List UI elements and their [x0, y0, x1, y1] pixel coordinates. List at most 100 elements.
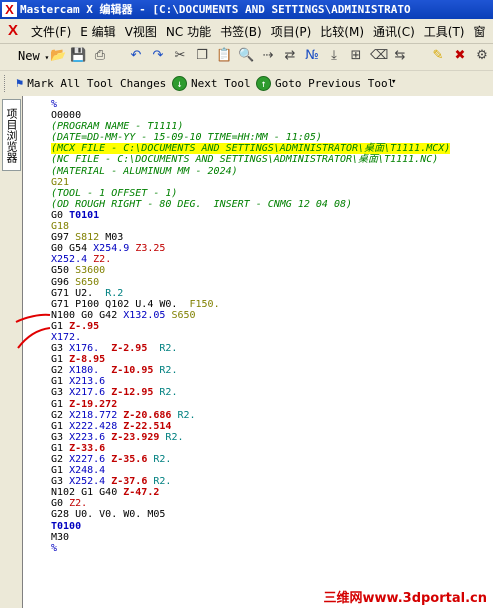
- code-line: G1 X222.428 Z-22.514: [51, 421, 491, 432]
- code-token: G1: [51, 398, 70, 410]
- code-line: G1 Z-8.95: [51, 354, 491, 365]
- code-token: X132.05: [123, 309, 166, 321]
- insert-icon[interactable]: ⊞: [348, 48, 364, 64]
- menu-item[interactable]: 书签(B): [219, 23, 263, 40]
- code-line: G97 S812 M03: [51, 232, 491, 243]
- toolbar-options-icon[interactable]: ▾: [391, 77, 396, 87]
- toolbar-grip[interactable]: [4, 75, 8, 92]
- code-line: N100 G0 G42 X132.05 S650: [51, 310, 491, 321]
- new-button[interactable]: New ▾: [18, 49, 49, 63]
- code-token: S650: [171, 309, 196, 321]
- watermark: 三维网www.3dportal.cn: [323, 591, 487, 606]
- redo-icon[interactable]: ↷: [150, 48, 166, 64]
- goto-icon[interactable]: ⤓: [326, 48, 342, 64]
- settings-icon[interactable]: ⚙: [474, 48, 490, 64]
- code-token: T0101: [69, 209, 100, 221]
- code-token: F150.: [189, 298, 220, 310]
- flag-icon: ⚑: [16, 76, 24, 90]
- copy-icon[interactable]: ❐: [194, 48, 210, 64]
- code-line: (MATERIAL - ALUMINUM MM - 2024): [51, 166, 491, 177]
- code-token: %: [51, 542, 58, 554]
- close-icon[interactable]: ✖: [452, 48, 468, 64]
- mark-all-label: Mark All Tool Changes: [27, 76, 167, 90]
- code-token: N102 G1 G40: [51, 487, 124, 499]
- code-token: R2.: [165, 431, 184, 443]
- code-line: G0 G54 X254.9 Z3.25: [51, 243, 491, 254]
- print-icon[interactable]: ⎙: [92, 48, 108, 64]
- code-line: G21: [51, 177, 491, 188]
- code-token: G50: [51, 265, 76, 277]
- code-line: G0 Z2.: [51, 498, 491, 509]
- code-line: (PROGRAM NAME - T1111): [51, 121, 491, 132]
- code-token: R.2: [105, 287, 124, 299]
- menu-logo-icon: X: [8, 22, 19, 39]
- code-token: X176.: [69, 343, 100, 355]
- menu-item[interactable]: E 编辑: [79, 23, 116, 40]
- clear-icon[interactable]: ⌫: [370, 48, 388, 64]
- renumber-icon[interactable]: №: [304, 48, 320, 64]
- menu-item[interactable]: 通讯(C): [372, 23, 416, 40]
- code-token: G3: [51, 387, 70, 399]
- find-icon[interactable]: 🔍: [238, 48, 254, 64]
- code-token: X254.9: [93, 243, 130, 255]
- code-token: G0: [51, 498, 70, 510]
- undo-icon[interactable]: ↶: [128, 48, 144, 64]
- code-token: (NC FILE - C:\DOCUMENTS AND SETTINGS\ADM…: [51, 154, 439, 166]
- next-tool-button[interactable]: ↓ Next Tool: [172, 76, 251, 91]
- replace-icon[interactable]: ⇄: [282, 48, 298, 64]
- code-line: X252.4 Z2.: [51, 254, 491, 265]
- code-token: G0 G54: [51, 243, 94, 255]
- code-line: (OD ROUGH RIGHT - 80 DEG. INSERT - CNMG …: [51, 199, 491, 210]
- code-token: Z-12.95: [111, 387, 154, 399]
- paste-icon[interactable]: 📋: [216, 48, 232, 64]
- code-token: G71 U2.: [51, 287, 106, 299]
- code-line: G3 X176. Z-2.95 R2.: [51, 343, 491, 354]
- chevron-down-icon: ▾: [39, 53, 50, 62]
- code-token: G28 U0. V0. W0. M05: [51, 509, 166, 521]
- code-line: G50 S3600: [51, 265, 491, 276]
- menu-item[interactable]: 文件(F): [30, 23, 72, 40]
- code-line: G28 U0. V0. W0. M05: [51, 509, 491, 520]
- bookmark-icon[interactable]: ✎: [430, 48, 446, 64]
- code-token: S3600: [75, 265, 106, 277]
- menu-items: 文件(F) E 编辑 V视图 NC 功能 书签(B) 项目(P) 比较(M) 通讯(C) 工具(…: [30, 23, 486, 40]
- code-line: (DATE=DD-MM-YY - 15-09-10 TIME=HH:MM - 1…: [51, 132, 491, 143]
- code-token: X252.4: [69, 476, 106, 488]
- menu-item[interactable]: 窗: [472, 23, 486, 40]
- code-token: S812: [75, 232, 100, 244]
- goto-previous-tool-button[interactable]: ↑ Goto Previous Tool: [256, 76, 394, 91]
- menu-item[interactable]: 项目(P): [270, 23, 313, 40]
- code-line: G3 X223.6 Z-23.929 R2.: [51, 432, 491, 443]
- menu-item[interactable]: 比较(M): [319, 23, 365, 40]
- goto-previous-label: Goto Previous Tool: [275, 77, 395, 90]
- menu-item[interactable]: 工具(T): [423, 23, 466, 40]
- code-token: X222.428: [69, 420, 118, 432]
- code-token: X218.772: [69, 409, 118, 421]
- mark-all-tool-changes-button[interactable]: ⚑ Mark All Tool Changes: [16, 76, 166, 90]
- annotation-stroke-1: [15, 313, 51, 323]
- code-token: R2.: [177, 409, 196, 421]
- code-token: G71 P100 Q102 U.4 W0.: [51, 298, 190, 310]
- cut-icon[interactable]: ✂: [172, 48, 188, 64]
- code-token: Z-20.686: [123, 409, 172, 421]
- code-token: G96: [51, 276, 76, 288]
- code-line: %: [51, 543, 491, 554]
- save-icon[interactable]: 💾: [70, 48, 86, 64]
- code-token: Z-33.6: [69, 442, 106, 454]
- code-line: G1 Z-.95: [51, 321, 491, 332]
- project-browser-tab[interactable]: 项目浏览器: [2, 99, 21, 171]
- code-token: S650: [75, 276, 100, 288]
- menu-item[interactable]: V视图: [124, 23, 158, 40]
- code-token: G2: [51, 454, 70, 465]
- menu-bar: X 文件(F) E 编辑 V视图 NC 功能 书签(B) 项目(P) 比较(M) 通讯(C) 工…: [0, 19, 493, 44]
- code-token: %: [51, 99, 58, 110]
- code-editor[interactable]: % O0000 (PROGRAM NAME - T1111) (DATE=DD-MM-…: [22, 96, 493, 608]
- find-next-icon[interactable]: ⇢: [260, 48, 276, 64]
- open-icon[interactable]: 📂: [50, 48, 66, 64]
- code-line: G96 S650: [51, 277, 491, 288]
- code-token: Z-2.95: [111, 343, 148, 355]
- compare-icon[interactable]: ⇆: [392, 48, 408, 64]
- menu-item[interactable]: NC 功能: [165, 23, 212, 40]
- code-token: Z2.: [93, 254, 112, 266]
- arrow-down-icon: ↓: [172, 76, 187, 91]
